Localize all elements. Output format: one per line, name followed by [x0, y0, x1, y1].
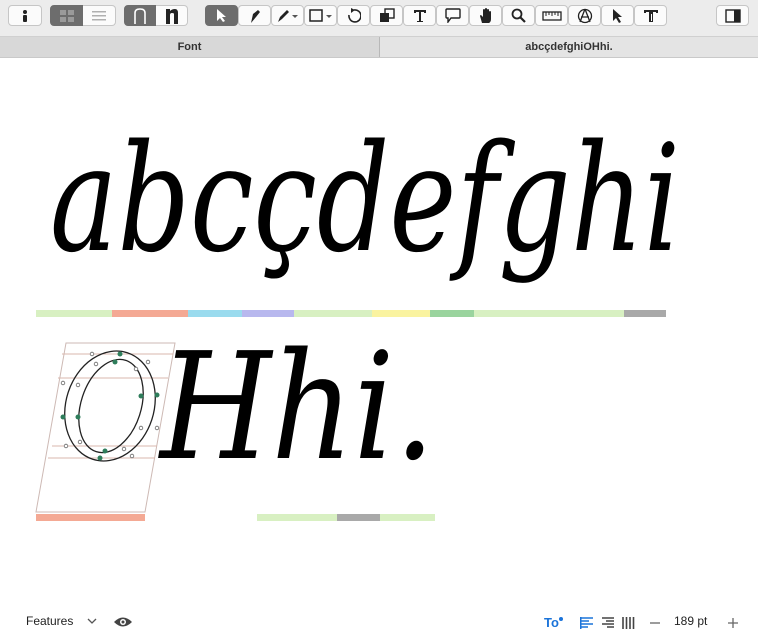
- annotation-tool-button[interactable]: [436, 5, 469, 26]
- align-left-icon[interactable]: [580, 617, 594, 629]
- align-right-icon[interactable]: [601, 617, 615, 629]
- glyph-o-outer-contour: [64, 350, 156, 462]
- glyph-o-handles[interactable]: [60, 351, 160, 459]
- zoom-tool-button[interactable]: [502, 5, 535, 26]
- glyph-line-2: Hhi.: [157, 321, 435, 493]
- sidebar-toggle-button[interactable]: [716, 5, 749, 26]
- features-label: Features: [26, 614, 74, 628]
- rotate-tool-button[interactable]: [337, 5, 370, 26]
- features-dropdown[interactable]: Features: [26, 614, 97, 628]
- glyph-canvas[interactable]: abcçdefghi Hhi.: [0, 58, 758, 603]
- list-view-icon: [92, 10, 106, 20]
- rotate-tool-icon: [347, 8, 361, 23]
- hand-tool-icon: [479, 7, 491, 23]
- filled-preview-button[interactable]: [156, 5, 188, 26]
- zoom-tool-icon: [511, 8, 526, 23]
- selected-glyph-o[interactable]: [35, 339, 176, 513]
- measure-tool-button[interactable]: [535, 5, 568, 26]
- rectangle-tool-icon: [308, 8, 332, 22]
- hand-tool-button[interactable]: [469, 5, 502, 26]
- eye-icon[interactable]: [113, 615, 133, 629]
- chevron-down-icon: [87, 618, 97, 624]
- scale-tool-icon: [379, 8, 395, 22]
- pen-tool-button[interactable]: [238, 5, 271, 26]
- text-options-icon[interactable]: To: [544, 615, 564, 629]
- view-mode-segmented: [50, 5, 116, 26]
- glyph-canvas-svg: abcçdefghi Hhi.: [35, 113, 680, 521]
- list-view-button[interactable]: [83, 5, 116, 26]
- anchor-tool-icon: [577, 8, 592, 23]
- select-tool-button[interactable]: [205, 5, 238, 26]
- anchor-tool-button[interactable]: [568, 5, 601, 26]
- grid-view-button[interactable]: [50, 5, 83, 26]
- text-tool-button[interactable]: [403, 5, 436, 26]
- measure-tool-icon: [541, 10, 562, 21]
- pen-tool-icon: [250, 9, 260, 23]
- glyph-line-1: abcçdefghi: [50, 113, 680, 285]
- select-tool-icon: [216, 9, 226, 22]
- grid-view-icon: [59, 9, 74, 22]
- pencil-tool-button[interactable]: [271, 5, 304, 26]
- select-all-tool-icon: [612, 8, 622, 23]
- info-button[interactable]: [8, 5, 42, 26]
- filled-preview-icon: [165, 8, 178, 24]
- font-size-value[interactable]: 189 pt: [674, 614, 707, 628]
- type-size-tool-icon: [643, 9, 658, 22]
- annotation-tool-icon: [444, 8, 461, 23]
- preview-mode-segmented: [124, 5, 188, 26]
- sidebar-toggle-icon: [724, 8, 741, 23]
- outline-preview-icon: [134, 7, 146, 24]
- text-tool-icon: [413, 9, 426, 22]
- select-all-tool-button[interactable]: [601, 5, 634, 26]
- glyph-metrics-bar-2: [36, 514, 435, 521]
- outline-preview-button[interactable]: [124, 5, 156, 26]
- scale-tool-button[interactable]: [370, 5, 403, 26]
- status-bar: Features To 189 pt: [0, 603, 758, 633]
- tab-font[interactable]: Font: [0, 37, 379, 57]
- svg-text:To: To: [544, 615, 559, 629]
- glyph-o-inner-contour: [78, 358, 144, 454]
- zoom-in-icon[interactable]: [727, 617, 739, 629]
- pencil-tool-icon: [277, 9, 298, 22]
- tab-glyph-string[interactable]: abcçdefghiOHhi.: [380, 37, 758, 57]
- tab-bar: Font abcçdefghiOHhi.: [0, 37, 758, 58]
- glyph-o-nodes[interactable]: [60, 351, 160, 461]
- info-icon: [23, 9, 27, 22]
- zoom-out-icon[interactable]: [649, 617, 661, 629]
- toolbar: [0, 0, 758, 37]
- type-size-tool-button[interactable]: [634, 5, 667, 26]
- glyph-metrics-bar-1: [36, 310, 666, 317]
- rectangle-tool-button[interactable]: [304, 5, 337, 26]
- vertical-layout-icon[interactable]: [622, 617, 636, 629]
